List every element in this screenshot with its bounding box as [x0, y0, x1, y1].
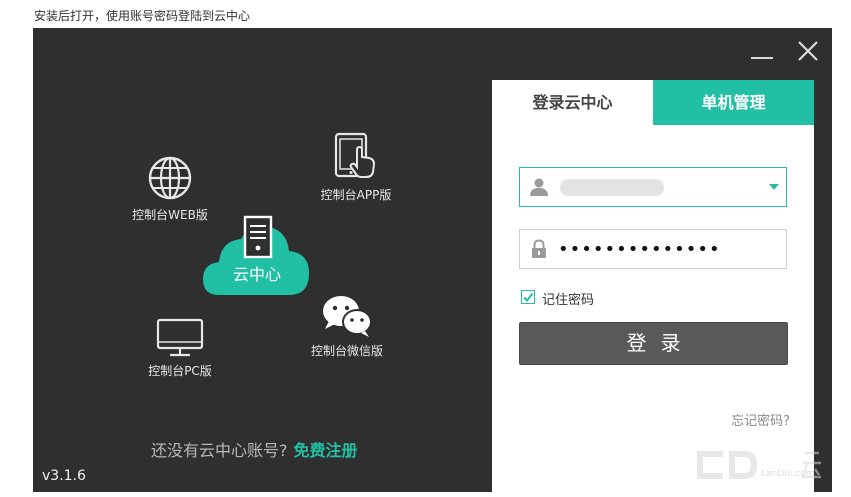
feature-app: 控制台APP版 — [311, 132, 401, 203]
app-window: 控制台WEB版 控制台APP版 云中心 控制台微信版 控制台PC版 还没有云中心… — [33, 28, 832, 497]
cloud-center-label: 云中心 — [232, 265, 281, 284]
chevron-down-icon[interactable] — [769, 184, 779, 190]
page-caption: 安装后打开，使用账号密码登陆到云中心 — [34, 9, 251, 23]
user-icon — [530, 178, 548, 196]
remember-password-label: 记住密码 — [542, 293, 595, 308]
version-label: v3.1.6 — [42, 468, 86, 484]
tab-standalone[interactable]: 单机管理 — [653, 80, 814, 125]
watermark-logo-icon: LanDui.com — [697, 451, 821, 479]
register-prompt-text: 还没有云中心账号? — [151, 441, 288, 460]
login-panel: 登录云中心 单机管理 •••••••••••••• 记住密码 登录 忘记密码? — [492, 80, 814, 497]
feature-app-label: 控制台APP版 — [320, 188, 392, 202]
checkmark-icon — [523, 292, 534, 303]
password-input[interactable] — [558, 236, 780, 262]
site-watermark: LanDui.com — [693, 445, 824, 485]
feature-web: 控制台WEB版 — [125, 154, 215, 223]
tablet-touch-icon — [334, 132, 376, 178]
minimize-button[interactable] — [751, 57, 773, 59]
password-field[interactable] — [519, 229, 787, 269]
username-input[interactable] — [558, 174, 780, 200]
login-tabs: 登录云中心 单机管理 — [492, 80, 814, 125]
globe-icon — [148, 156, 192, 200]
feature-wechat: 控制台微信版 — [301, 294, 393, 359]
lock-icon — [532, 239, 546, 258]
username-field[interactable] — [519, 167, 787, 207]
feature-pc: 控制台PC版 — [137, 318, 223, 379]
cloud-center: 云中心 — [201, 215, 313, 297]
remember-password-checkbox[interactable] — [521, 290, 535, 304]
login-button[interactable]: 登录 — [519, 322, 788, 365]
feature-wechat-label: 控制台微信版 — [310, 344, 383, 358]
close-icon — [798, 41, 818, 61]
feature-pc-label: 控制台PC版 — [148, 364, 212, 378]
register-prompt: 还没有云中心账号? 免费注册 — [151, 437, 358, 461]
monitor-icon — [156, 318, 204, 357]
wechat-icon — [323, 296, 372, 337]
register-link[interactable]: 免费注册 — [294, 441, 358, 460]
tab-cloud-login[interactable]: 登录云中心 — [492, 80, 653, 125]
forgot-password-link[interactable]: 忘记密码? — [731, 410, 790, 429]
close-button[interactable] — [795, 38, 821, 64]
